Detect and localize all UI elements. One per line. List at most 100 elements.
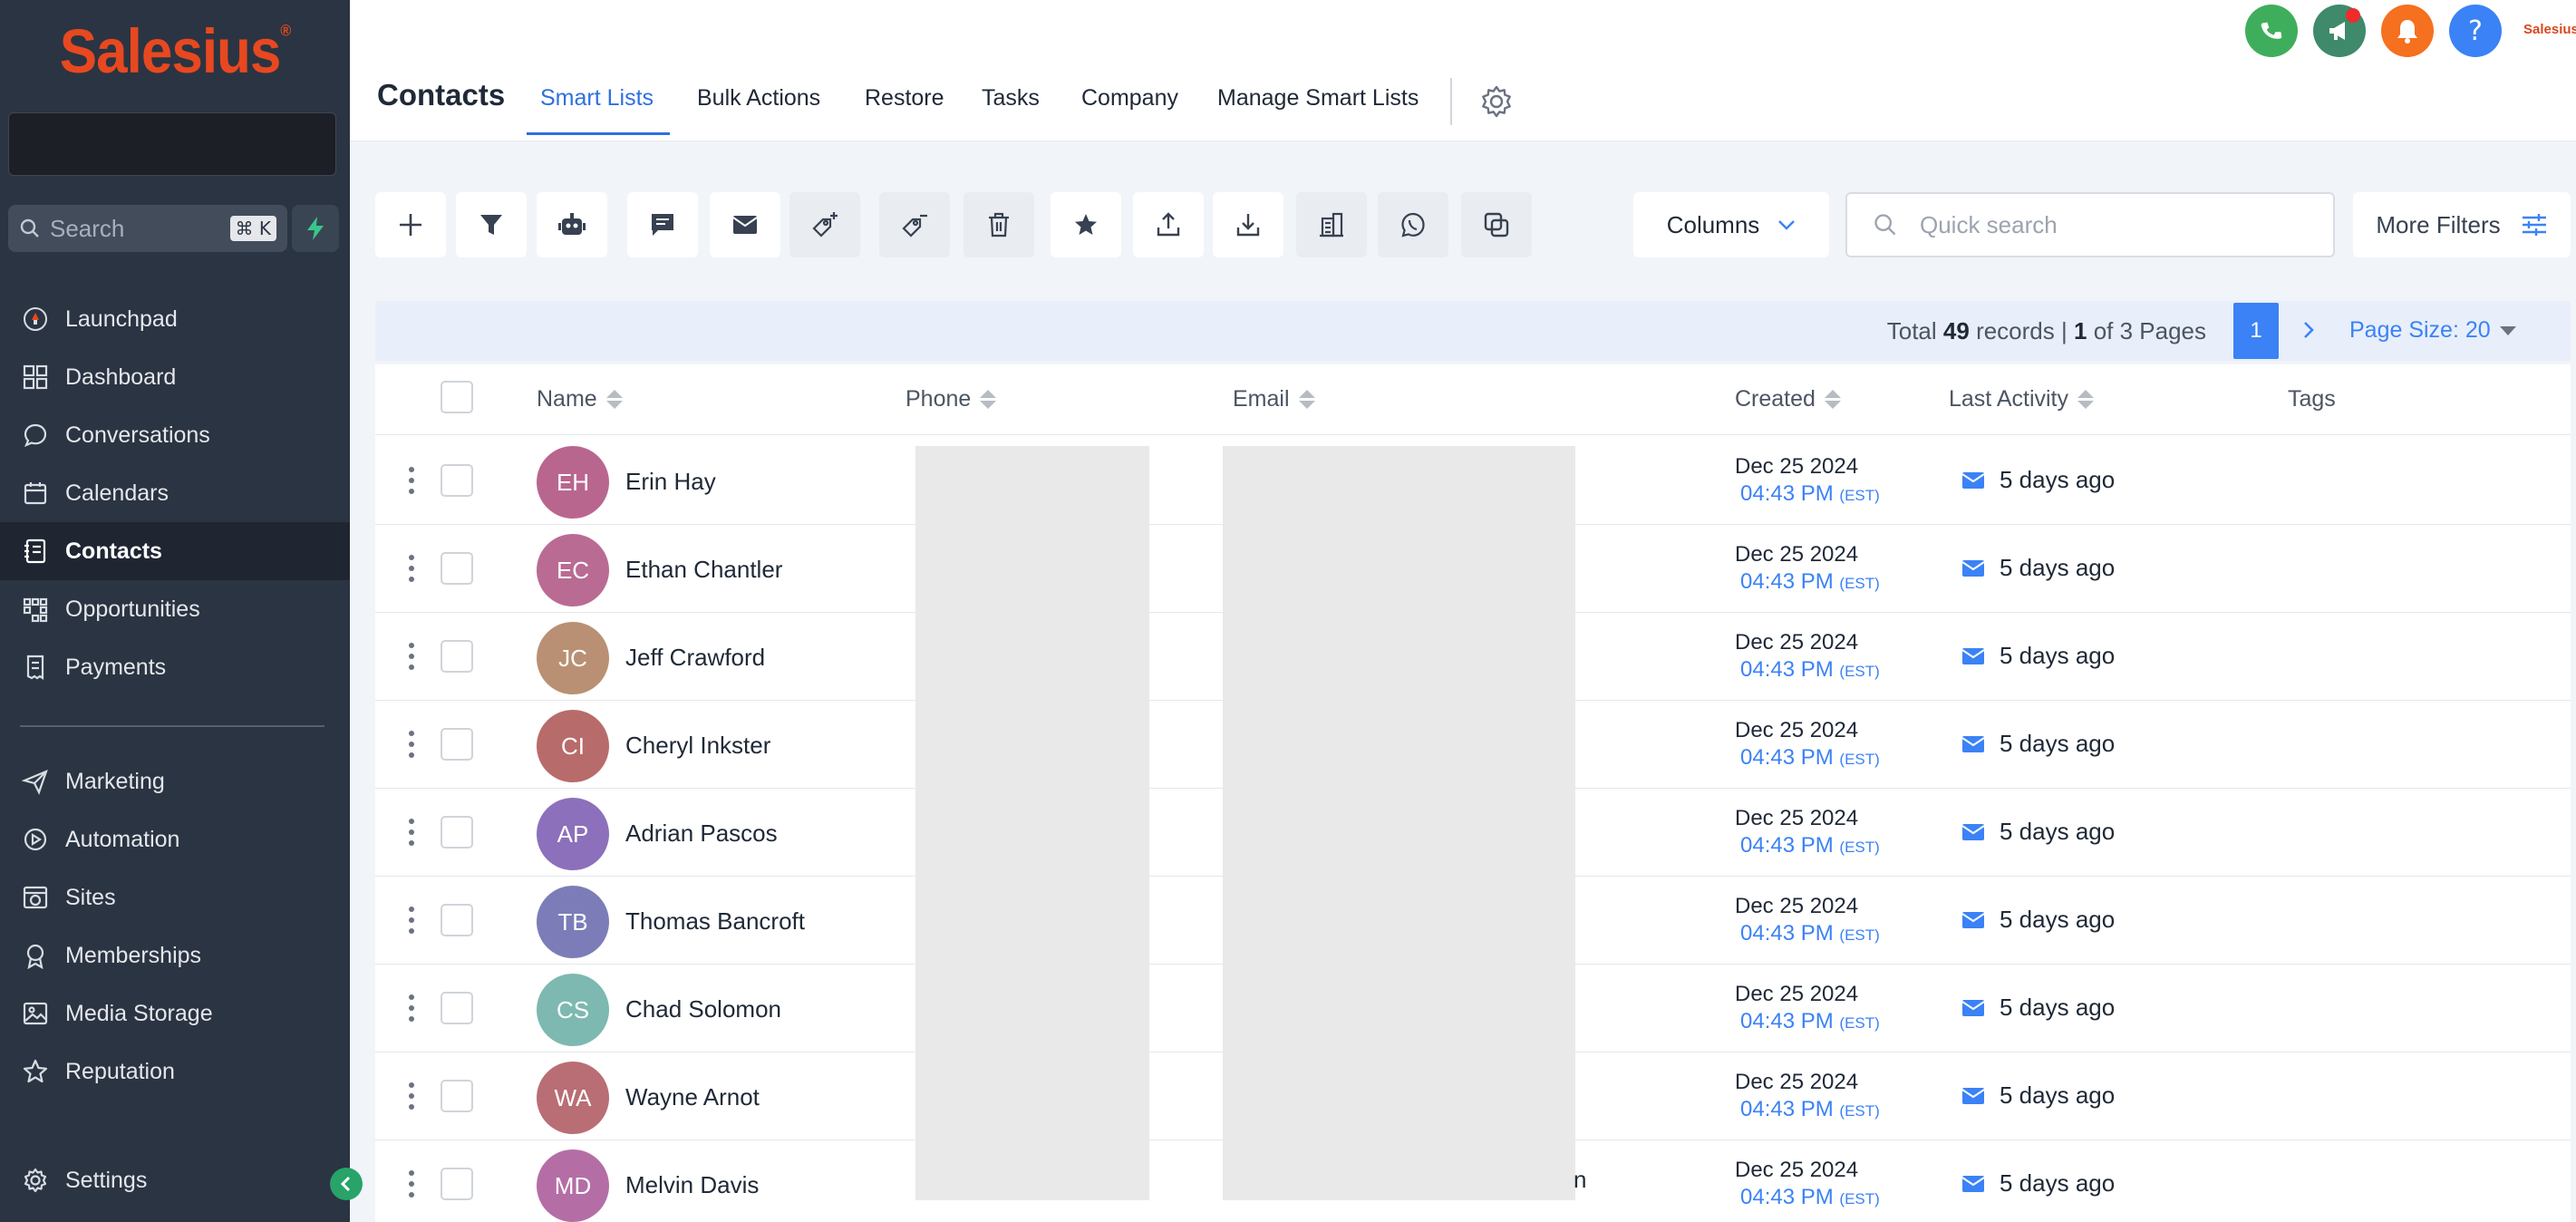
whatsapp-button[interactable] (1378, 192, 1448, 257)
row-checkbox[interactable] (441, 728, 473, 761)
sidebar-item-calendars[interactable]: Calendars (0, 464, 350, 522)
row-menu-icon[interactable] (406, 1080, 417, 1112)
row-checkbox[interactable] (441, 1168, 473, 1200)
export-button[interactable] (1133, 192, 1204, 257)
import-button[interactable] (1213, 192, 1283, 257)
sidebar-item-sites[interactable]: Sites (0, 868, 350, 926)
tab-manage-smart-lists[interactable]: Manage Smart Lists (1217, 85, 1419, 112)
remove-tag-button[interactable] (879, 192, 950, 257)
sort-icon[interactable] (1824, 390, 1841, 409)
row-menu-icon[interactable] (406, 464, 417, 497)
sidebar-item-media-storage[interactable]: Media Storage (0, 984, 350, 1043)
avatar[interactable]: TB (537, 886, 609, 958)
contact-name[interactable]: Adrian Pascos (625, 820, 778, 848)
contact-name[interactable]: Wayne Arnot (625, 1083, 760, 1111)
quick-search-input[interactable]: Quick search (1845, 192, 2335, 257)
row-checkbox[interactable] (441, 904, 473, 936)
row-checkbox[interactable] (441, 992, 473, 1024)
row-menu-icon[interactable] (406, 816, 417, 849)
contact-name[interactable]: Ethan Chantler (625, 556, 782, 584)
add-to-workflow-button[interactable] (537, 192, 607, 257)
row-checkbox[interactable] (441, 640, 473, 673)
add-to-favorites-button[interactable] (1051, 192, 1121, 257)
announcements-button[interactable] (2313, 5, 2366, 57)
phone-button[interactable] (2245, 5, 2298, 57)
sidebar-item-marketing[interactable]: Marketing (0, 752, 350, 810)
columns-dropdown[interactable]: Columns (1633, 192, 1829, 257)
created-time: 04:43 PM (EST) (1740, 833, 1880, 858)
column-header-email[interactable]: Email (1233, 386, 1315, 412)
contact-name[interactable]: Jeff Crawford (625, 644, 765, 672)
location-switcher[interactable] (8, 112, 336, 176)
page-button-1[interactable]: 1 (2233, 303, 2279, 359)
select-all-checkbox[interactable] (441, 381, 473, 413)
row-checkbox[interactable] (441, 816, 473, 849)
avatar[interactable]: CI (537, 710, 609, 782)
quick-action-button[interactable] (292, 205, 339, 252)
contact-name[interactable]: Erin Hay (625, 468, 716, 496)
avatar[interactable]: JC (537, 622, 609, 694)
page-size-select[interactable]: Page Size: 20 (2349, 317, 2491, 344)
avatar[interactable]: EC (537, 534, 609, 606)
row-menu-icon[interactable] (406, 728, 417, 761)
filter-button[interactable] (456, 192, 527, 257)
help-button[interactable]: ? (2449, 5, 2502, 57)
tab-company[interactable]: Company (1081, 85, 1178, 112)
more-filters-button[interactable]: More Filters (2353, 192, 2571, 257)
add-contact-button[interactable] (375, 192, 446, 257)
tab-tasks[interactable]: Tasks (982, 85, 1040, 112)
sort-icon[interactable] (1298, 390, 1315, 409)
sidebar-item-conversations[interactable]: Conversations (0, 406, 350, 464)
sidebar-search-input[interactable]: Search ⌘ K (8, 205, 287, 252)
caret-down-icon[interactable] (2500, 326, 2516, 335)
avatar[interactable]: WA (537, 1062, 609, 1134)
avatar[interactable]: MD (537, 1149, 609, 1222)
sidebar-item-opportunities[interactable]: Opportunities (0, 580, 350, 638)
brand-logo[interactable]: Salesius® (0, 16, 350, 87)
sidebar-collapse-button[interactable] (330, 1168, 363, 1200)
row-checkbox[interactable] (441, 464, 473, 497)
sidebar-item-dashboard[interactable]: Dashboard (0, 348, 350, 406)
smart-list-settings-button[interactable] (1478, 83, 1515, 120)
company-button[interactable] (1296, 192, 1367, 257)
sidebar-item-automation[interactable]: Automation (0, 810, 350, 868)
column-header-last-activity[interactable]: Last Activity (1949, 386, 2094, 412)
sort-icon[interactable] (980, 390, 997, 409)
row-menu-icon[interactable] (406, 1168, 417, 1200)
delete-button[interactable] (964, 192, 1034, 257)
column-header-name[interactable]: Name (537, 386, 623, 412)
next-page-button[interactable] (2295, 314, 2322, 346)
tab-bulk-actions[interactable]: Bulk Actions (697, 85, 820, 112)
sidebar-item-payments[interactable]: Payments (0, 638, 350, 696)
sidebar-item-launchpad[interactable]: Launchpad (0, 290, 350, 348)
row-checkbox[interactable] (441, 1080, 473, 1112)
tab-restore[interactable]: Restore (865, 85, 944, 112)
sort-icon[interactable] (2077, 390, 2094, 409)
row-menu-icon[interactable] (406, 552, 417, 585)
sidebar-item-memberships[interactable]: Memberships (0, 926, 350, 984)
avatar[interactable]: CS (537, 974, 609, 1046)
merge-button[interactable] (1461, 192, 1532, 257)
contact-name[interactable]: Thomas Bancroft (625, 907, 805, 936)
sidebar-item-settings[interactable]: Settings (0, 1151, 350, 1209)
row-menu-icon[interactable] (406, 992, 417, 1024)
column-header-created[interactable]: Created (1735, 386, 1841, 412)
send-email-button[interactable] (710, 192, 780, 257)
avatar[interactable]: AP (537, 798, 609, 870)
avatar[interactable]: EH (537, 446, 609, 519)
contact-name[interactable]: Cheryl Inkster (625, 732, 770, 760)
send-sms-button[interactable] (627, 192, 698, 257)
notifications-button[interactable] (2381, 5, 2434, 57)
contact-name[interactable]: Melvin Davis (625, 1171, 759, 1199)
column-header-phone[interactable]: Phone (905, 386, 997, 412)
tab-smart-lists[interactable]: Smart Lists (540, 85, 654, 112)
row-checkbox[interactable] (441, 552, 473, 585)
row-menu-icon[interactable] (406, 640, 417, 673)
row-menu-icon[interactable] (406, 904, 417, 936)
add-tag-button[interactable] (789, 192, 860, 257)
sidebar-item-contacts[interactable]: Contacts (0, 522, 350, 580)
sort-icon[interactable] (605, 390, 623, 409)
sidebar-item-reputation[interactable]: Reputation (0, 1043, 350, 1101)
contact-name[interactable]: Chad Solomon (625, 995, 781, 1023)
account-brand[interactable]: Salesius (2523, 22, 2576, 37)
